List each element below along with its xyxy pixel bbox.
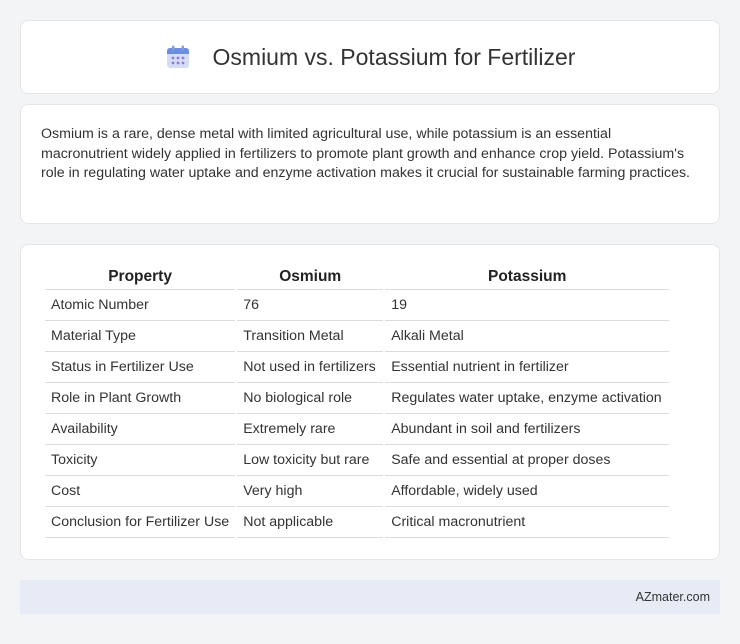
cell-potassium: Affordable, widely used	[385, 476, 670, 507]
intro-text: Osmium is a rare, dense metal with limit…	[41, 126, 691, 181]
table-row: Conclusion for Fertilizer Use Not applic…	[45, 507, 670, 538]
table-row: Atomic Number 76 19	[45, 290, 670, 321]
footer: AZmater.com	[20, 580, 720, 614]
title-card: Osmium vs. Potassium for Fertilizer	[20, 20, 720, 94]
table-header-row: Property Osmium Potassium	[45, 265, 670, 290]
cell-osmium: 76	[237, 290, 384, 321]
cell-potassium: Regulates water uptake, enzyme activatio…	[385, 383, 670, 414]
cell-osmium: No biological role	[237, 383, 384, 414]
cell-potassium: Essential nutrient in fertilizer	[385, 352, 670, 383]
cell-potassium: Critical macronutrient	[385, 507, 670, 538]
cell-potassium: Alkali Metal	[385, 321, 670, 352]
table-row: Availability Extremely rare Abundant in …	[45, 414, 670, 445]
calendar-icon	[165, 44, 191, 70]
cell-property: Role in Plant Growth	[45, 383, 236, 414]
table-row: Material Type Transition Metal Alkali Me…	[45, 321, 670, 352]
footer-site-link[interactable]: AZmater.com	[636, 590, 710, 604]
cell-property: Cost	[45, 476, 236, 507]
intro-card: Osmium is a rare, dense metal with limit…	[20, 104, 720, 224]
cell-osmium: Low toxicity but rare	[237, 445, 384, 476]
header-osmium: Osmium	[237, 265, 384, 290]
table-row: Toxicity Low toxicity but rare Safe and …	[45, 445, 670, 476]
cell-osmium: Very high	[237, 476, 384, 507]
cell-property: Conclusion for Fertilizer Use	[45, 507, 236, 538]
cell-property: Availability	[45, 414, 236, 445]
cell-potassium: 19	[385, 290, 670, 321]
cell-potassium: Abundant in soil and fertilizers	[385, 414, 670, 445]
cell-property: Atomic Number	[45, 290, 236, 321]
cell-property: Toxicity	[45, 445, 236, 476]
table-row: Cost Very high Affordable, widely used	[45, 476, 670, 507]
page-title: Osmium vs. Potassium for Fertilizer	[212, 43, 576, 70]
cell-osmium: Extremely rare	[237, 414, 384, 445]
table-row: Role in Plant Growth No biological role …	[45, 383, 670, 414]
cell-osmium: Transition Metal	[237, 321, 384, 352]
cell-potassium: Safe and essential at proper doses	[385, 445, 670, 476]
cell-property: Material Type	[45, 321, 236, 352]
cell-property: Status in Fertilizer Use	[45, 352, 236, 383]
table-row: Status in Fertilizer Use Not used in fer…	[45, 352, 670, 383]
table-card: Property Osmium Potassium Atomic Number …	[20, 244, 720, 560]
cell-osmium: Not used in fertilizers	[237, 352, 384, 383]
comparison-table: Property Osmium Potassium Atomic Number …	[43, 265, 671, 538]
cell-osmium: Not applicable	[237, 507, 384, 538]
header-potassium: Potassium	[385, 265, 670, 290]
header-property: Property	[45, 265, 236, 290]
